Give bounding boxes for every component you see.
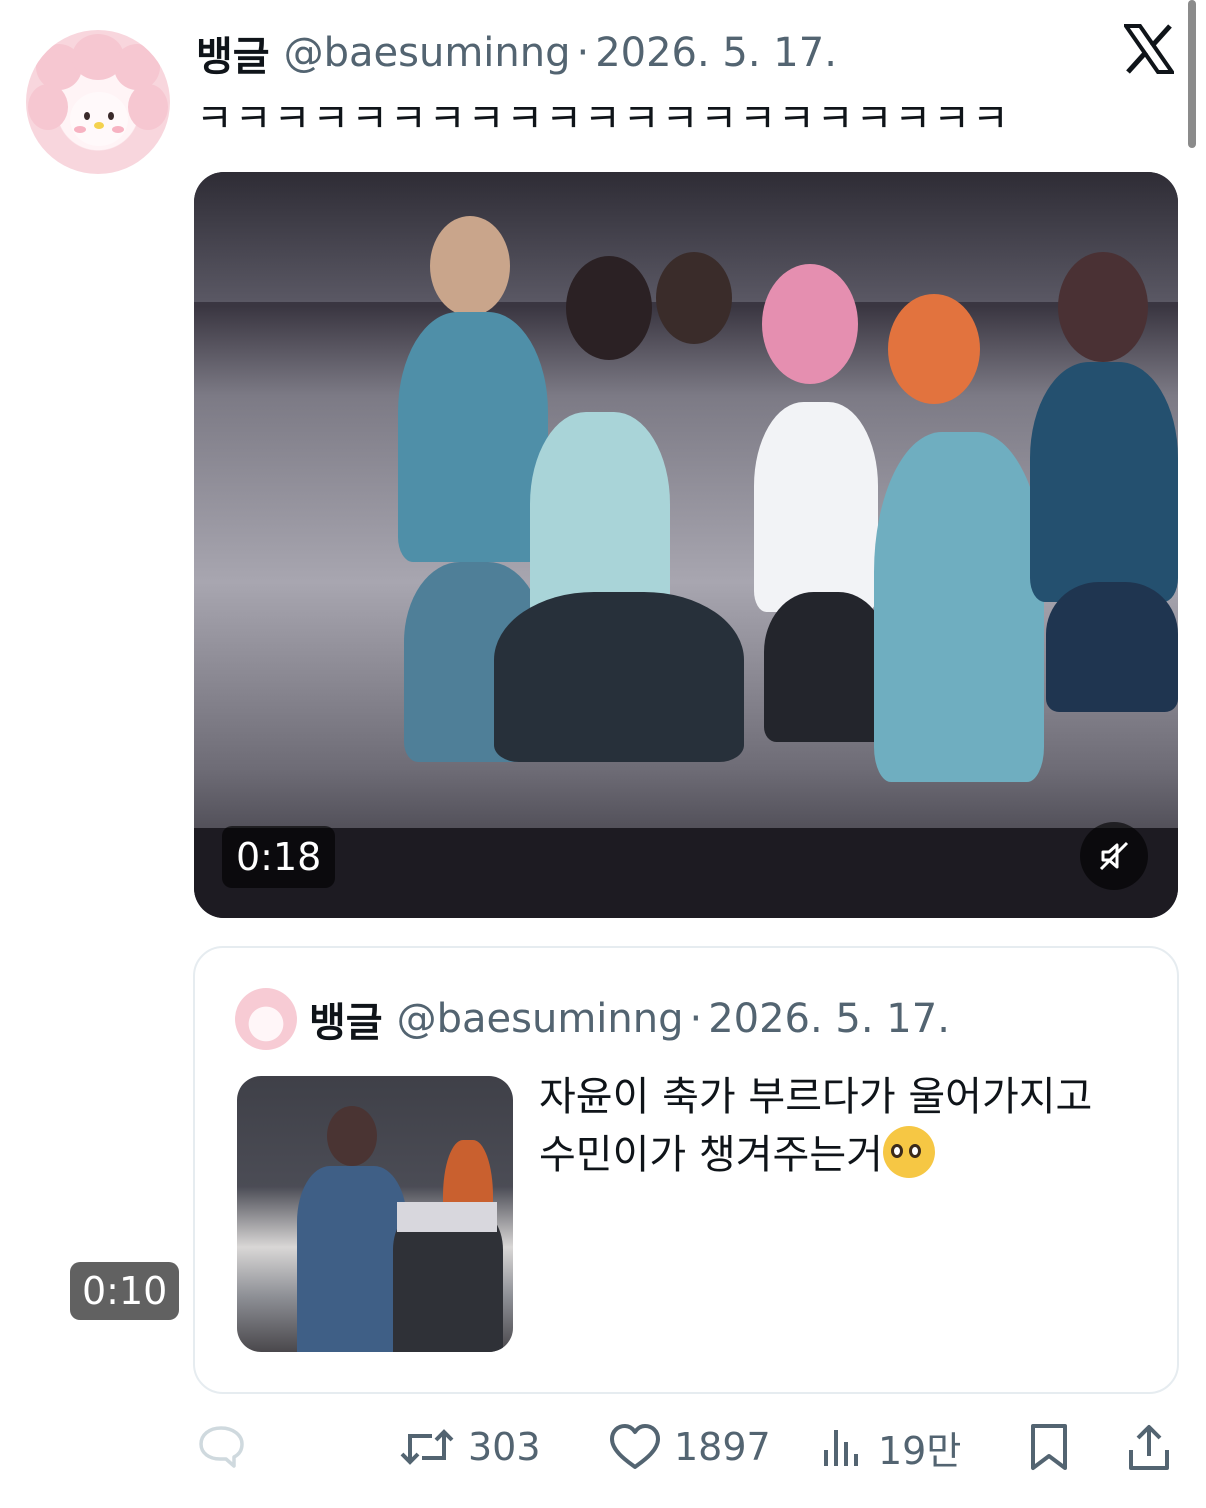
- quoted-author-name: 뱅글: [309, 1000, 383, 1046]
- quoted-author-avatar: [235, 988, 297, 1050]
- action-bar: 303 1897 19만: [0, 1412, 1206, 1482]
- share-icon: [1129, 1425, 1169, 1470]
- retweet-button[interactable]: 303: [398, 1412, 541, 1482]
- quoted-video-duration: 0:10: [70, 1262, 180, 1320]
- video-duration: 0:18: [222, 826, 336, 888]
- tweet-date[interactable]: 2026. 5. 17.: [595, 30, 837, 76]
- separator: ·: [576, 30, 590, 76]
- quoted-tweet-text: 자윤이 축가 부르다가 울어가지고 수민이가 챙겨주는거: [539, 1068, 1139, 1184]
- muted-speaker-icon[interactable]: [1080, 822, 1148, 890]
- tweet-text: ㅋㅋㅋㅋㅋㅋㅋㅋㅋㅋㅋㅋㅋㅋㅋㅋㅋㅋㅋㅋㅋ: [196, 96, 1011, 142]
- pleading-face-icon: [882, 1126, 935, 1178]
- quoted-tweet-header: 뱅글 @baesuminng · 2026. 5. 17.: [309, 994, 950, 1046]
- views-button[interactable]: 19만: [818, 1412, 961, 1482]
- quoted-tweet-text-body: 자윤이 축가 부르다가 울어가지고 수민이가 챙겨주는거: [539, 1074, 1093, 1178]
- bookmark-button[interactable]: [1026, 1412, 1072, 1482]
- author-handle[interactable]: @baesuminng: [284, 30, 571, 76]
- share-button[interactable]: [1126, 1412, 1172, 1482]
- like-count: 1897: [674, 1425, 771, 1469]
- bookmark-icon: [1031, 1424, 1067, 1470]
- views-icon: [824, 1430, 858, 1466]
- quoted-tweet[interactable]: 뱅글 @baesuminng · 2026. 5. 17. 자윤이 축가 부르다…: [193, 946, 1179, 1394]
- heart-icon: [610, 1424, 660, 1469]
- retweet-count: 303: [468, 1425, 541, 1469]
- separator: ·: [689, 996, 703, 1042]
- quoted-video-thumbnail[interactable]: [237, 1076, 513, 1352]
- quoted-tweet-date: 2026. 5. 17.: [708, 996, 950, 1042]
- quoted-author-handle: @baesuminng: [396, 996, 684, 1042]
- reply-button[interactable]: [196, 1412, 258, 1482]
- author-avatar[interactable]: [26, 30, 170, 174]
- like-button[interactable]: 1897: [608, 1412, 771, 1482]
- tweet-video[interactable]: [194, 172, 1178, 918]
- retweet-icon: [400, 1429, 454, 1465]
- tweet-header: 뱅글 @baesuminng · 2026. 5. 17.: [196, 28, 837, 80]
- scrollbar[interactable]: [1188, 0, 1196, 148]
- author-name[interactable]: 뱅글: [196, 24, 270, 82]
- x-logo-icon: [1122, 24, 1176, 74]
- reply-icon: [199, 1426, 244, 1468]
- view-count: 19만: [878, 1428, 962, 1473]
